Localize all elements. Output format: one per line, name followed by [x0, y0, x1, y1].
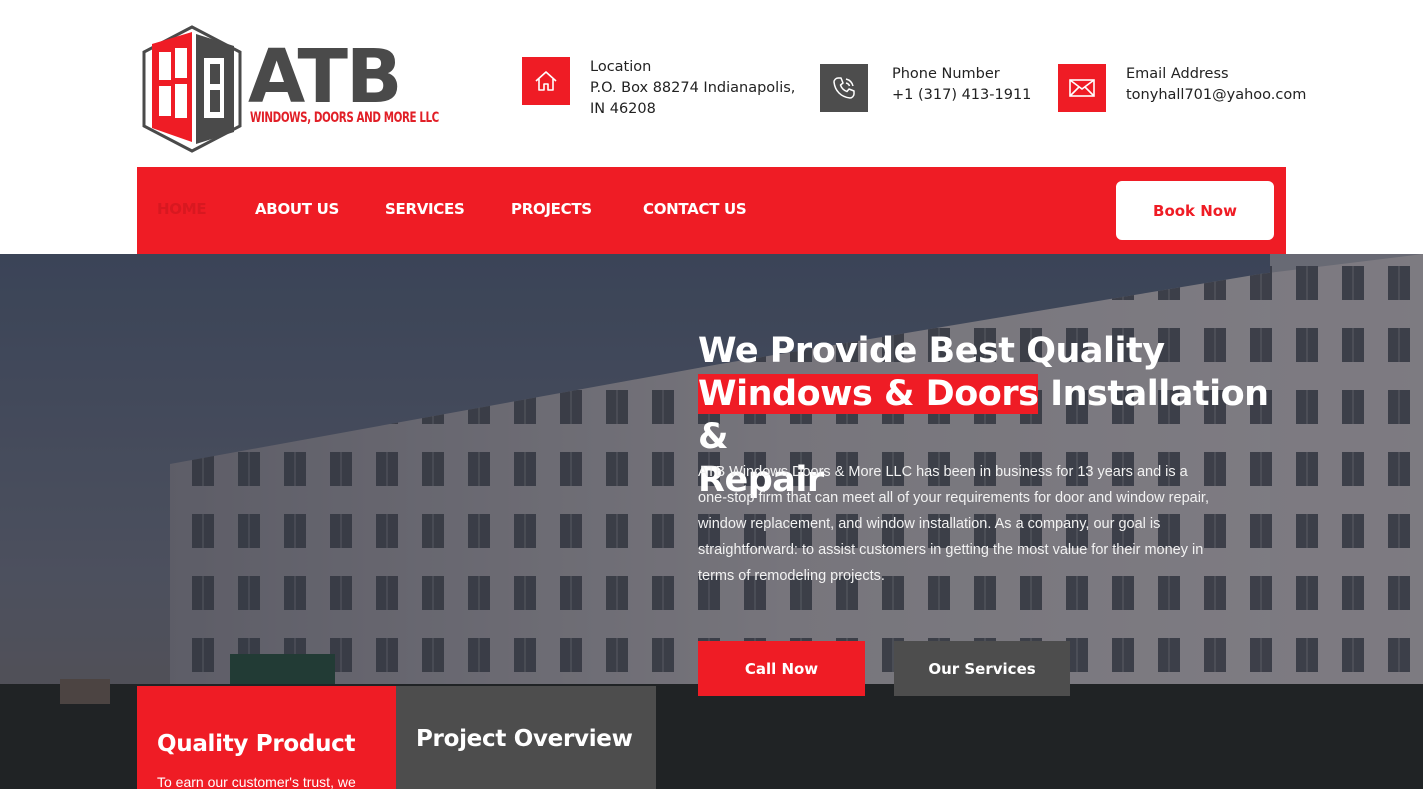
contact-location: Location P.O. Box 88274 Indianapolis, IN… — [522, 57, 810, 120]
contact-phone: Phone Number +1 (317) 413-1911 — [820, 64, 1031, 112]
nav-contact-us[interactable]: CONTACT US — [643, 200, 747, 218]
email-value[interactable]: tonyhall701@yahoo.com — [1126, 85, 1306, 106]
email-title: Email Address — [1126, 66, 1229, 82]
hero-section: We Provide Best Quality Windows & Doors … — [0, 254, 1423, 789]
logo-tagline: WINDOWS, DOORS AND MORE LLC — [250, 110, 439, 126]
quality-product-title: Quality Product — [157, 731, 356, 757]
quality-product-text: To earn our customer's trust, we — [157, 774, 356, 789]
location-value: P.O. Box 88274 Indianapolis, IN 46208 — [590, 80, 796, 117]
hero-title-highlight: Windows & Doors — [698, 374, 1039, 414]
quality-product-card: Quality Product To earn our customer's t… — [137, 686, 396, 789]
nav-home[interactable]: HOME — [157, 200, 207, 218]
nav-about-us[interactable]: ABOUT US — [255, 200, 339, 218]
window-logo-icon — [142, 25, 242, 153]
book-now-button[interactable]: Book Now — [1116, 181, 1274, 240]
location-title: Location — [590, 59, 652, 75]
home-icon — [522, 57, 570, 105]
our-services-button[interactable]: Our Services — [894, 641, 1070, 696]
company-logo[interactable]: ATB WINDOWS, DOORS AND MORE LLC — [140, 24, 470, 154]
hero-title-line1: We Provide Best Quality — [698, 331, 1165, 371]
main-nav: HOME ABOUT US SERVICES PROJECTS CONTACT … — [137, 167, 1286, 254]
mail-icon — [1058, 64, 1106, 112]
phone-title: Phone Number — [892, 66, 1000, 82]
project-overview-title: Project Overview — [416, 726, 633, 752]
phone-icon — [820, 64, 868, 112]
contact-email: Email Address tonyhall701@yahoo.com — [1058, 64, 1306, 112]
logo-wordmark: ATB — [248, 34, 402, 120]
phone-value[interactable]: +1 (317) 413-1911 — [892, 85, 1031, 106]
nav-services[interactable]: SERVICES — [385, 200, 465, 218]
project-overview-card: Project Overview — [396, 686, 656, 789]
nav-projects[interactable]: PROJECTS — [511, 200, 592, 218]
hero-description: ATB Windows Doors & More LLC has been in… — [698, 464, 1209, 584]
call-now-button[interactable]: Call Now — [698, 641, 865, 696]
